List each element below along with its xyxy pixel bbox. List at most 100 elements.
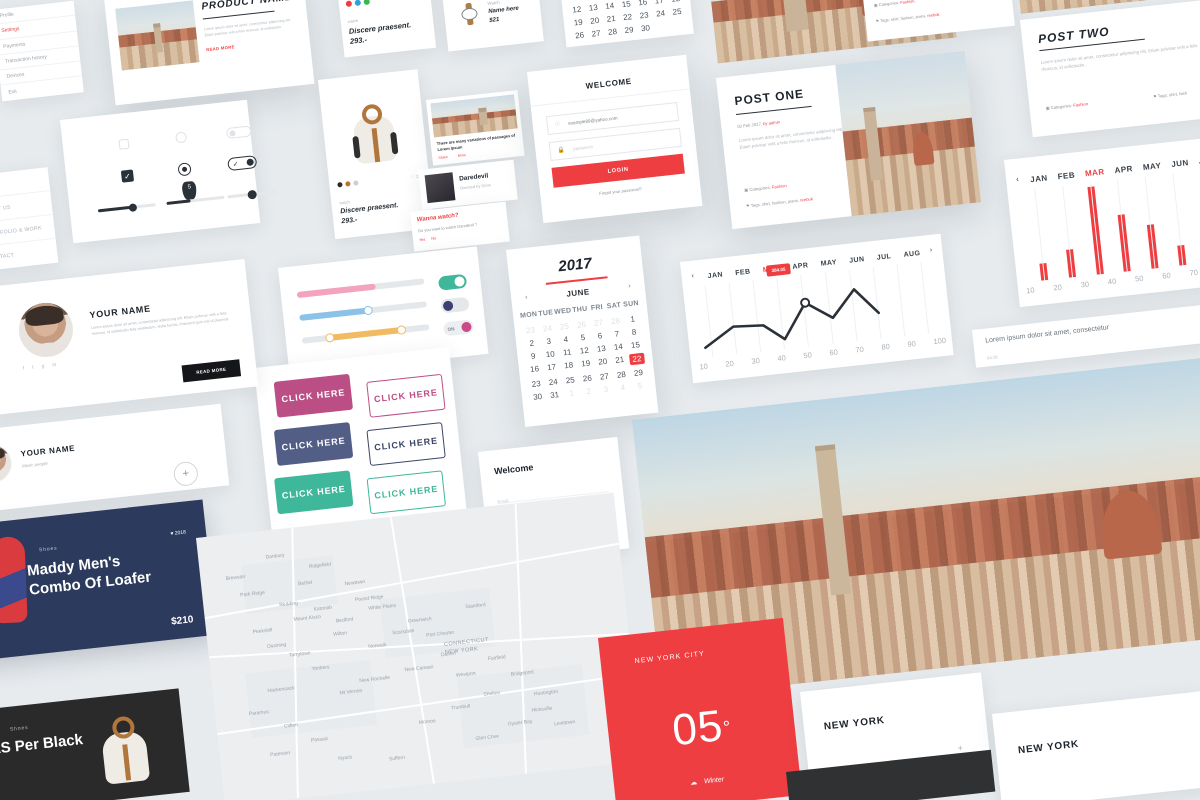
radio-unchecked[interactable] xyxy=(175,131,188,144)
bar-chart-prev-button[interactable]: ‹ xyxy=(1016,175,1020,184)
shoe-likes[interactable]: ♥ 2018 xyxy=(170,529,186,537)
welcome-title: Welcome xyxy=(493,462,534,477)
movie-subtitle: Directed by Drew xyxy=(459,182,491,191)
facebook-icon[interactable]: f xyxy=(23,365,25,371)
month-label[interactable]: MAY xyxy=(820,259,837,268)
calendar-day[interactable]: 4 xyxy=(614,380,632,395)
color-swatches[interactable] xyxy=(345,0,371,8)
shoe-title: Maddy Men's Combo Of Loafer xyxy=(26,552,152,599)
tick-label: 70 xyxy=(1189,267,1199,278)
more-action[interactable]: More xyxy=(458,153,467,158)
click-button-pink-outline[interactable]: CLICK HERE xyxy=(366,373,446,418)
twitter-icon[interactable]: t xyxy=(32,364,34,370)
month-label[interactable]: AUG xyxy=(903,250,920,259)
radio-checked[interactable] xyxy=(177,162,192,177)
click-button-navy-fill[interactable]: CLICK HERE xyxy=(273,422,354,467)
account-menu-label: Exit xyxy=(8,88,18,96)
month-label[interactable]: JUL xyxy=(877,253,892,262)
cal-day xyxy=(670,17,688,32)
slider-knob xyxy=(363,305,374,316)
post-top-tags: ⚑ Tags: shirt, fashion, jeans, reebok xyxy=(875,11,940,24)
tags-value: shirt, fashion, jeans, xyxy=(761,197,800,207)
month-label[interactable]: FEB xyxy=(735,268,751,277)
google-icon[interactable]: g xyxy=(41,363,44,369)
checkbox-unchecked[interactable] xyxy=(118,138,130,150)
mini-calendar-card: 12 13 14 15 16 17 18 19 20 21 22 23 24 2… xyxy=(556,0,694,48)
weather-city: NEW YORK CITY xyxy=(634,650,706,666)
watch-card-a: ♡ 29 watch Discere praesent. 293.- xyxy=(336,0,437,58)
click-button-teal-fill[interactable]: CLICK HERE xyxy=(274,470,354,515)
button-label: CLICK HERE xyxy=(280,387,346,405)
line-chart-next-button[interactable]: › xyxy=(929,247,932,254)
slider-pink[interactable] xyxy=(296,278,425,299)
calendar-day-selected-value: 22 xyxy=(628,352,645,366)
line-chart-prev-button[interactable]: ‹ xyxy=(691,273,694,280)
toggle-navy[interactable] xyxy=(440,296,470,314)
toggle-pink-on[interactable]: ON xyxy=(442,319,475,337)
tags-label: Tags: xyxy=(750,201,762,208)
month-label[interactable]: MAY xyxy=(1142,161,1161,172)
slider-basic[interactable] xyxy=(97,202,156,213)
map-label: Danbury xyxy=(265,552,285,561)
month-label[interactable]: JUN xyxy=(1171,158,1189,169)
slider-blue[interactable] xyxy=(299,301,428,321)
map-label: Norwalk xyxy=(368,642,387,651)
toggle-green-on[interactable] xyxy=(437,273,468,291)
cal-day[interactable]: 30 xyxy=(637,21,655,36)
prompt-no[interactable]: No xyxy=(431,236,436,241)
read-more-link[interactable]: READ MORE xyxy=(206,37,300,52)
cal-day[interactable]: 28 xyxy=(604,25,622,40)
month-label[interactable]: JAN xyxy=(707,271,723,280)
share-action[interactable]: Share xyxy=(438,155,448,160)
switch-on[interactable]: ✓ xyxy=(227,155,258,172)
profile-small-name: YOUR NAME xyxy=(20,443,76,459)
social-links[interactable]: f t g in xyxy=(23,362,57,372)
calendar-day[interactable]: 1 xyxy=(562,386,580,401)
tick-label: 60 xyxy=(1161,270,1172,281)
bar-chart-gridlines xyxy=(1021,169,1200,281)
add-icon[interactable]: + xyxy=(957,743,963,754)
month-label[interactable]: APR xyxy=(1114,164,1133,175)
month-label[interactable]: APR xyxy=(792,262,809,271)
click-button-teal-outline[interactable]: CLICK HERE xyxy=(366,470,447,515)
slider-center[interactable] xyxy=(227,189,278,200)
prompt-title: Wanna watch? xyxy=(416,212,459,224)
categories-value: Fashion xyxy=(771,183,787,190)
map-panel[interactable]: Danbury Brewster Ridgefield Bethel Newto… xyxy=(196,492,643,800)
prompt-yes[interactable]: Yes xyxy=(419,238,426,243)
add-button[interactable]: + xyxy=(172,460,200,488)
month-label[interactable]: FEB xyxy=(1057,170,1075,181)
mini-calendar-grid[interactable]: 12 13 14 15 16 17 18 19 20 21 22 23 24 2… xyxy=(568,0,688,43)
bag-color-swatches[interactable] xyxy=(337,180,359,188)
bag-card-dark: Shoes AS Per Black xyxy=(0,688,190,800)
weekday: FRI xyxy=(590,303,604,313)
switch-off[interactable] xyxy=(225,125,252,140)
calendar-day[interactable]: 5 xyxy=(631,378,649,393)
linkedin-icon[interactable]: in xyxy=(52,362,57,368)
calendar-day[interactable]: 30 xyxy=(528,390,546,405)
month-label[interactable]: JUN xyxy=(849,256,865,265)
nav-item-contact[interactable]: CONTACT xyxy=(0,239,58,272)
month-label[interactable]: JAN xyxy=(1030,173,1048,184)
month-label-active[interactable]: MAR xyxy=(1085,167,1106,178)
map-label: Tarrytown xyxy=(288,650,311,659)
click-button-navy-outline[interactable]: CLICK HERE xyxy=(366,422,446,467)
calendar-day[interactable]: 31 xyxy=(545,388,563,403)
slider-orange[interactable] xyxy=(301,324,430,344)
year-rule xyxy=(545,276,608,285)
slider-with-pin[interactable]: 5 xyxy=(166,180,225,205)
calendar-day[interactable]: 3 xyxy=(597,382,615,397)
button-label: CLICK HERE xyxy=(281,435,346,453)
cal-day[interactable]: 26 xyxy=(571,28,589,43)
cal-day[interactable]: 27 xyxy=(587,26,605,41)
bag-dark-category: Shoes xyxy=(9,724,29,733)
avatar xyxy=(0,442,14,485)
slider-pin-value: 5 xyxy=(187,184,192,191)
calendar-day[interactable]: 2 xyxy=(580,384,598,399)
calendar-day-grid[interactable]: 23 24 25 26 27 28 1 2 3 4 5 6 7 8 9 10 1… xyxy=(521,312,649,404)
click-button-pink-fill[interactable]: CLICK HERE xyxy=(273,373,354,418)
checkbox-checked[interactable]: ✓ xyxy=(120,169,135,183)
read-more-button[interactable]: READ MORE xyxy=(181,359,242,383)
slider-fill xyxy=(299,307,369,321)
cal-day[interactable]: 29 xyxy=(620,23,638,38)
